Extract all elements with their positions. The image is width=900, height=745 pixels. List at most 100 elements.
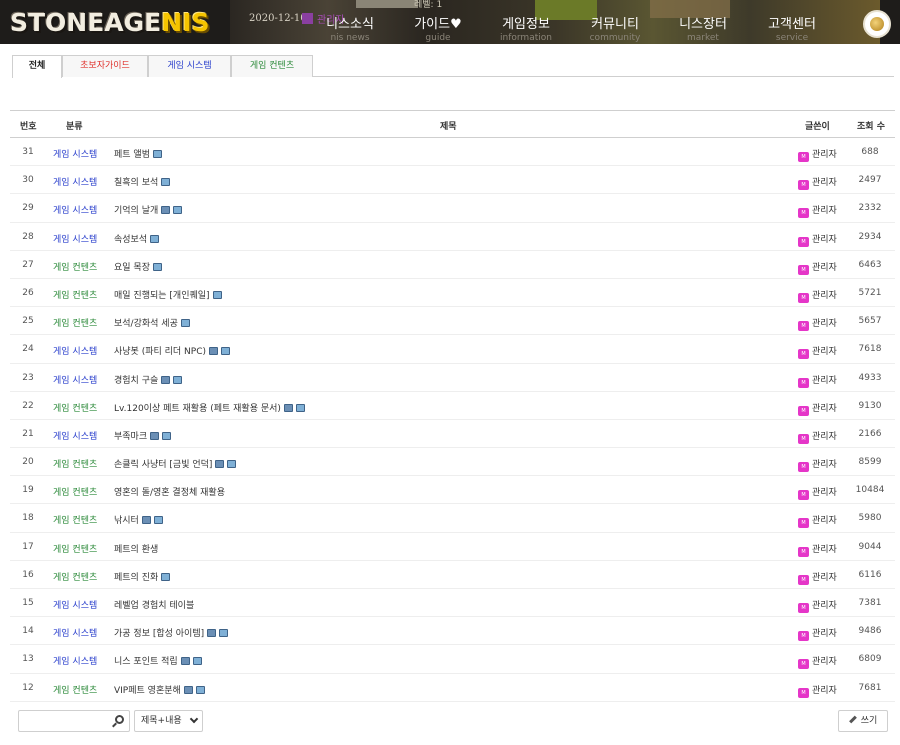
table-row[interactable]: 26 게임 컨텐츠 매일 진행되는 [개인퀘일] M 관리자 5721 [10, 279, 895, 308]
row-author[interactable]: M 관리자 [798, 683, 837, 698]
table-row[interactable]: 27 게임 컨텐츠 요일 목장 M 관리자 6463 [10, 251, 895, 279]
row-category-link[interactable]: 게임 컨텐츠 [53, 542, 97, 555]
row-title-link[interactable]: 페트 앨범 [114, 147, 162, 160]
row-category-link[interactable]: 게임 시스템 [53, 598, 97, 611]
table-row[interactable]: 23 게임 시스템 경험치 구슬 M 관리자 4933 [10, 364, 895, 392]
row-author[interactable]: M 관리자 [798, 654, 837, 670]
row-category-link[interactable]: 게임 시스템 [53, 175, 97, 188]
write-button[interactable]: 쓰기 [838, 710, 888, 732]
row-author[interactable]: M 관리자 [798, 401, 837, 416]
row-author[interactable]: M 관리자 [798, 344, 837, 360]
row-title-link[interactable]: 페트의 진화 [114, 570, 171, 583]
row-author[interactable]: M 관리자 [798, 260, 837, 275]
row-title-link[interactable]: 사냥봇 (파티 리더 NPC) [114, 344, 231, 357]
table-row[interactable]: 20 게임 컨텐츠 손클릭 사냥터 [금빛 언덕] M 관리자 8599 [10, 448, 895, 477]
row-title-link[interactable]: 손클릭 사냥터 [금빛 언덕] [114, 457, 237, 470]
row-category-link[interactable]: 게임 컨텐츠 [53, 288, 97, 301]
row-title-link[interactable]: 가공 정보 [합성 아이템] [114, 626, 229, 639]
row-category-link[interactable]: 게임 시스템 [53, 429, 97, 442]
nav-item-service[interactable]: 고객센터 service [762, 17, 822, 43]
table-row[interactable]: 17 게임 컨텐츠 페트의 환생 M 관리자 9044 [10, 533, 895, 561]
table-row[interactable]: 28 게임 시스템 속성보석 M 관리자 2934 [10, 223, 895, 251]
table-row[interactable]: 25 게임 컨텐츠 보석/강화석 세공 M 관리자 5657 [10, 307, 895, 336]
row-category-link[interactable]: 게임 컨텐츠 [53, 457, 97, 470]
row-author[interactable]: M 관리자 [798, 626, 837, 642]
row-category-link[interactable]: 게임 컨텐츠 [53, 513, 97, 526]
table-row[interactable]: 16 게임 컨텐츠 페트의 진화 M 관리자 6116 [10, 561, 895, 589]
search-input[interactable] [18, 710, 130, 732]
row-category-link[interactable]: 게임 컨텐츠 [53, 401, 97, 414]
user-avatar[interactable] [863, 10, 891, 38]
row-number: 27 [22, 259, 34, 270]
row-author[interactable]: M 관리자 [798, 513, 837, 529]
row-title-link[interactable]: Lv.120이상 페트 재활용 (페트 재활용 문서) [114, 401, 305, 414]
row-title-link[interactable]: 보석/강화석 세공 [114, 316, 190, 329]
site-logo[interactable]: STONEAGENIS [10, 8, 210, 37]
tab-game-content[interactable]: 게임 컨텐츠 [231, 55, 313, 77]
nav-item-nis-news[interactable]: 니스소식 nis news [322, 17, 378, 43]
row-title-link[interactable]: VIP페트 영혼분해 [114, 683, 205, 696]
table-row[interactable]: 21 게임 시스템 부족마크 M 관리자 2166 [10, 420, 895, 449]
row-author[interactable]: M 관리자 [798, 316, 837, 332]
row-category-link[interactable]: 게임 컨텐츠 [53, 260, 97, 273]
row-author[interactable]: M 관리자 [798, 373, 837, 388]
row-title-link[interactable]: 속성보석 [114, 232, 160, 245]
row-category-link[interactable]: 게임 시스템 [53, 344, 97, 357]
table-row[interactable]: 18 게임 컨텐츠 낚시터 M 관리자 5980 [10, 504, 895, 533]
row-title-link[interactable]: 요일 목장 [114, 260, 162, 273]
row-category-link[interactable]: 게임 시스템 [53, 654, 97, 667]
row-author[interactable]: M 관리자 [798, 147, 837, 162]
row-category-link[interactable]: 게임 컨텐츠 [53, 570, 97, 583]
table-row[interactable]: 19 게임 컨텐츠 영혼의 돌/영혼 결정체 재활용 M 관리자 10484 [10, 476, 895, 505]
search-icon[interactable] [115, 715, 124, 724]
row-title-link[interactable]: 매일 진행되는 [개인퀘일] [114, 288, 222, 301]
table-row[interactable]: 13 게임 시스템 니스 포인트 적립 M 관리자 6809 [10, 645, 895, 674]
row-title-link[interactable]: 페트의 환생 [114, 542, 158, 555]
row-author[interactable]: M 관리자 [798, 485, 837, 501]
row-title-link[interactable]: 니스 포인트 적립 [114, 654, 202, 667]
row-title-link[interactable]: 레벨업 경험치 테이블 [114, 598, 194, 611]
row-author[interactable]: M 관리자 [798, 175, 837, 191]
table-row[interactable]: 30 게임 시스템 칠흑의 보석 M 관리자 2497 [10, 166, 895, 195]
row-category-link[interactable]: 게임 컨텐츠 [53, 683, 97, 696]
row-title-link[interactable]: 영혼의 돌/영혼 결정체 재활용 [114, 485, 225, 498]
row-author[interactable]: M 관리자 [798, 429, 837, 444]
nav-item-information[interactable]: 게임정보 information [496, 17, 556, 43]
row-category-link[interactable]: 게임 시스템 [53, 232, 97, 245]
row-title-link[interactable]: 부족마크 [114, 429, 172, 442]
table-header: 번호 분류 제목 글쓴이 조회 수 [10, 110, 895, 138]
row-author[interactable]: M 관리자 [798, 203, 837, 219]
row-category-link[interactable]: 게임 시스템 [53, 203, 97, 216]
row-title-link[interactable]: 기억의 날개 [114, 203, 183, 216]
search-target-select[interactable]: 제목+내용 [134, 710, 203, 732]
tab-game-system[interactable]: 게임 시스템 [148, 55, 231, 77]
row-author[interactable]: M 관리자 [798, 457, 837, 473]
row-title-link[interactable]: 낚시터 [114, 513, 163, 526]
tab-all[interactable]: 전체 [12, 55, 62, 78]
nav-item-community[interactable]: 커뮤니티 community [585, 17, 645, 43]
row-category-link[interactable]: 게임 시스템 [53, 626, 97, 639]
table-row[interactable]: 14 게임 시스템 가공 정보 [합성 아이템] M 관리자 9486 [10, 617, 895, 646]
table-row[interactable]: 22 게임 컨텐츠 Lv.120이상 페트 재활용 (페트 재활용 문서) M 관리자 9… [10, 392, 895, 420]
row-author[interactable]: M 관리자 [798, 598, 837, 613]
row-category-link[interactable]: 게임 컨텐츠 [53, 316, 97, 329]
row-author[interactable]: M 관리자 [798, 542, 837, 557]
tab-beginner-guide[interactable]: 초보자가이드 [62, 55, 148, 77]
table-row[interactable]: 31 게임 시스템 페트 앨범 M 관리자 688 [10, 138, 895, 167]
row-category-link[interactable]: 게임 컨텐츠 [53, 485, 97, 498]
row-title-link[interactable]: 칠흑의 보석 [114, 175, 171, 188]
table-row[interactable]: 24 게임 시스템 사냥봇 (파티 리더 NPC) M 관리자 7618 [10, 335, 895, 364]
row-category-link[interactable]: 게임 시스템 [53, 147, 97, 160]
row-category-link[interactable]: 게임 시스템 [53, 373, 97, 386]
table-row[interactable]: 15 게임 시스템 레벨업 경험치 테이블 M 관리자 7381 [10, 589, 895, 618]
row-author-name: 관리자 [812, 544, 837, 555]
table-row[interactable]: 12 게임 컨텐츠 VIP페트 영혼분해 M 관리자 7681 [10, 674, 895, 702]
row-title-link[interactable]: 경험치 구슬 [114, 373, 183, 386]
nav-item-guide[interactable]: 가이드♥ guide [410, 17, 466, 43]
nav-item-market[interactable]: 니스장터 market [673, 17, 733, 43]
row-author[interactable]: M 관리자 [798, 232, 837, 247]
row-author[interactable]: M 관리자 [798, 288, 837, 303]
table-row[interactable]: 29 게임 시스템 기억의 날개 M 관리자 2332 [10, 194, 895, 223]
admin-badge-icon: M [798, 546, 809, 557]
row-author[interactable]: M 관리자 [798, 570, 837, 585]
